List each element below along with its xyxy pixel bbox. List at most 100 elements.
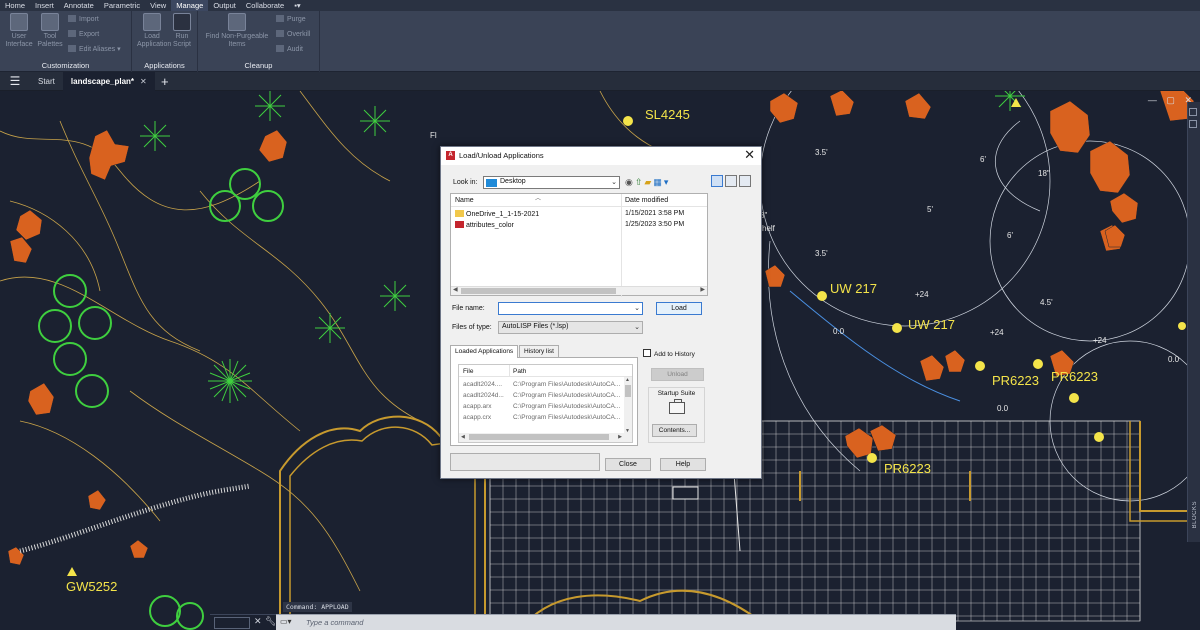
plant-label: PR6223: [1051, 369, 1098, 384]
scroll-right-icon[interactable]: ▶: [618, 434, 622, 440]
tab-annotate[interactable]: Annotate: [59, 0, 99, 11]
list-item[interactable]: OneDrive_1_1-15-2021 1/15/2021 3:58 PM: [455, 210, 705, 220]
overkill-button[interactable]: Overkill: [276, 30, 310, 39]
load-application-icon: [143, 13, 161, 31]
file-name-field[interactable]: ⌄: [498, 302, 643, 315]
tab-insert[interactable]: Insert: [30, 0, 59, 11]
command-prompt-icon[interactable]: ▭▾: [280, 617, 292, 626]
dimension-text: 0.0: [833, 327, 845, 336]
web-icon[interactable]: [739, 175, 751, 187]
user-interface-button[interactable]: User Interface: [4, 13, 34, 49]
close-button[interactable]: Close: [605, 458, 651, 471]
purge-button[interactable]: Purge: [276, 15, 306, 24]
scroll-right-icon[interactable]: ▶: [700, 286, 705, 293]
palette-settings-icon[interactable]: [1189, 120, 1197, 128]
loaded-applications-list[interactable]: File Path acadlt2024.... C:\Program Files…: [458, 364, 633, 443]
tab-manage[interactable]: Manage: [171, 0, 209, 11]
files-of-type-dropdown[interactable]: AutoLISP Files (*.lsp) ⌄: [498, 321, 643, 334]
new-tab-icon[interactable]: +: [155, 74, 175, 89]
palette-close-icon[interactable]: [1189, 108, 1197, 116]
app-file: acadlt2024d...: [463, 392, 504, 399]
close-icon[interactable]: ✕: [744, 148, 755, 162]
tab-view[interactable]: View: [145, 0, 171, 11]
column-name[interactable]: Name: [455, 197, 474, 204]
edit-aliases-button[interactable]: Edit Aliases ▾: [68, 45, 121, 54]
ribbon-tab-bar: Home Insert Annotate Parametric View Man…: [0, 0, 1200, 11]
blocks-palette-strip[interactable]: BLOCKS: [1187, 102, 1200, 542]
locate-icon[interactable]: [725, 175, 737, 187]
table-row[interactable]: acapp.crx C:\Program Files\Autodesk\AutoC…: [463, 414, 620, 424]
status-message-box: [450, 453, 600, 471]
tab-output[interactable]: Output: [208, 0, 241, 11]
tab-loaded-applications[interactable]: Loaded Applications: [450, 345, 519, 358]
command-input[interactable]: Type a command: [304, 616, 954, 629]
find-icon[interactable]: [711, 175, 723, 187]
views-menu-icon[interactable]: ▦▾: [653, 177, 670, 187]
add-to-history-checkbox[interactable]: Add to History: [643, 349, 695, 358]
tab-collaborate[interactable]: Collaborate: [241, 0, 289, 11]
minimize-viewport-icon[interactable]: —: [1148, 95, 1157, 105]
command-line[interactable]: ▭▾ Type a command: [276, 614, 956, 630]
scroll-up-icon[interactable]: ▲: [625, 377, 630, 383]
load-unload-applications-dialog: A Load/Unload Applications ✕ Look in: De…: [440, 146, 762, 479]
export-icon: [68, 30, 76, 37]
help-button[interactable]: Help: [660, 458, 706, 471]
column-file[interactable]: File: [463, 368, 473, 375]
loaded-list-hscrollbar[interactable]: ◀ ▶: [459, 433, 632, 442]
command-line-grip[interactable]: [214, 617, 250, 629]
export-button[interactable]: Export: [68, 30, 99, 39]
loaded-list-vscrollbar[interactable]: ▲ ▼: [624, 377, 632, 434]
table-row[interactable]: acadlt2024d... C:\Program Files\Autodesk\…: [463, 392, 620, 402]
ribbon-overflow-icon[interactable]: ▪▾: [289, 0, 305, 11]
up-folder-icon[interactable]: ⇧: [635, 177, 645, 187]
hamburger-menu-icon[interactable]: ☰: [0, 74, 30, 88]
customize-icon[interactable]: 🔧︎: [265, 616, 276, 627]
run-script-button[interactable]: Run Script: [169, 13, 195, 49]
scroll-left-icon[interactable]: ◀: [461, 434, 465, 440]
file-name: attributes_color: [466, 222, 514, 229]
overkill-icon: [276, 30, 284, 37]
file-list-scrollbar[interactable]: ◀ ▶: [451, 286, 707, 295]
close-tab-icon[interactable]: ✕: [140, 77, 147, 86]
tab-parametric[interactable]: Parametric: [99, 0, 145, 11]
tab-start[interactable]: Start: [30, 72, 63, 91]
back-icon[interactable]: ◉: [625, 177, 635, 187]
dimension-text: 0.0: [997, 404, 1009, 413]
table-row[interactable]: acapp.arx C:\Program Files\Autodesk\AutoC…: [463, 403, 620, 413]
new-folder-icon[interactable]: ▰: [644, 177, 653, 187]
dimension-text: 6': [1007, 231, 1013, 240]
tab-history-list[interactable]: History list: [519, 345, 559, 357]
scrollbar-thumb[interactable]: [461, 288, 616, 294]
audit-button[interactable]: Audit: [276, 45, 303, 54]
load-button[interactable]: Load: [656, 302, 702, 315]
contents-button[interactable]: Contents...: [652, 424, 697, 437]
list-item[interactable]: attributes_color 1/25/2023 3:50 PM: [455, 221, 705, 231]
restore-viewport-icon[interactable]: ▢: [1166, 95, 1175, 105]
import-icon: [68, 15, 76, 22]
green-shrubs: [38, 168, 284, 630]
tab-landscape-plan[interactable]: landscape_plan* ✕: [62, 71, 155, 91]
tool-palettes-button[interactable]: Tool Palettes: [36, 13, 64, 49]
dialog-titlebar[interactable]: A Load/Unload Applications ✕: [441, 147, 761, 165]
look-in-dropdown[interactable]: Desktop ⌄: [483, 176, 620, 189]
find-non-purgeable-button[interactable]: Find Non-Purgeable Items: [200, 13, 274, 49]
startup-suite-group: Startup Suite Contents...: [648, 387, 705, 443]
table-row[interactable]: acadlt2024.... C:\Program Files\Autodesk\…: [463, 381, 620, 391]
chevron-down-icon[interactable]: ⌄: [634, 304, 640, 312]
file-name: OneDrive_1_1-15-2021: [466, 211, 540, 218]
scrollbar-thumb[interactable]: [469, 434, 609, 440]
column-path[interactable]: Path: [513, 368, 526, 375]
scrollbar-thumb[interactable]: [625, 385, 631, 397]
tab-home[interactable]: Home: [0, 0, 30, 11]
column-date-modified[interactable]: Date modified: [625, 197, 668, 204]
scroll-left-icon[interactable]: ◀: [453, 286, 458, 293]
unload-button[interactable]: Unload: [651, 368, 704, 381]
checkbox-box[interactable]: [643, 349, 651, 357]
import-button[interactable]: Import: [68, 15, 99, 24]
dimension-text: +24: [915, 290, 929, 299]
dimension-text: +24: [990, 328, 1004, 337]
file-list[interactable]: Name ︿ Date modified OneDrive_1_1-15-202…: [450, 193, 708, 297]
close-command-icon[interactable]: ✕: [254, 616, 262, 627]
load-application-button[interactable]: Load Application: [137, 13, 171, 49]
chevron-down-icon: ⌄: [611, 179, 617, 186]
